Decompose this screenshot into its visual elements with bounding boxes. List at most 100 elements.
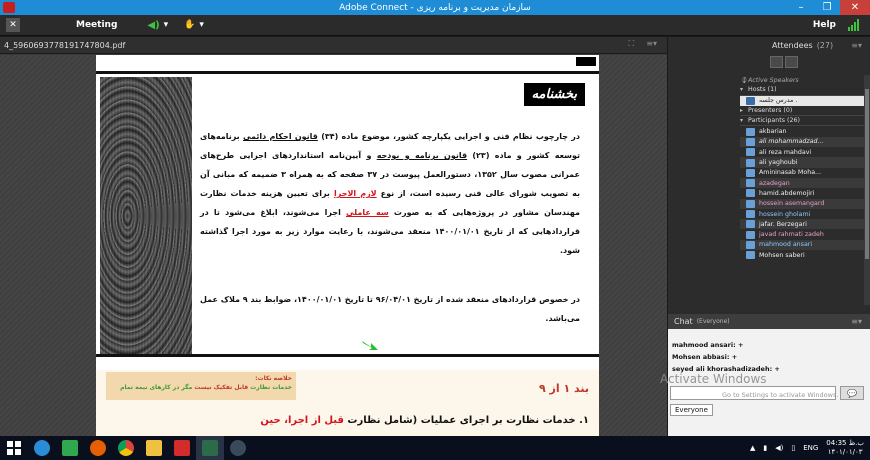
chevron-down-icon: ▾	[740, 86, 744, 94]
user-icon	[746, 189, 755, 198]
clock-date: ۱۴۰۱/۰۱/۰۳	[827, 448, 863, 456]
store-icon[interactable]	[56, 436, 84, 460]
list-view-icon[interactable]	[770, 56, 783, 68]
pod-menu-icon[interactable]: ≡▾	[851, 317, 862, 326]
user-icon	[746, 251, 755, 260]
right-panel: Attendees (27) ≡▾ 🎙 Active Speakers ▾ Host…	[660, 37, 870, 436]
chrome-icon[interactable]	[112, 436, 140, 460]
fullscreen-icon[interactable]: ⛶	[629, 39, 635, 49]
chat-header: Chat (Everyone) ≡▾	[668, 314, 870, 329]
document-viewer[interactable]: بخشنامه در چارچوب نظام فنی و اجرایی یکپا…	[0, 55, 667, 436]
user-icon	[746, 220, 755, 229]
raise-hand-icon: ✋	[184, 20, 196, 30]
chevron-down-icon: ▾	[740, 117, 744, 125]
pod-menu-icon[interactable]: ≡▾	[851, 41, 862, 50]
attendees-count: (27)	[816, 41, 834, 50]
pod-menu-icon[interactable]: ≡▾	[646, 39, 657, 49]
chat-pod: Chat (Everyone) ≡▾ mahmood ansari: + Moh…	[660, 314, 870, 436]
list-item[interactable]: hossein gholami	[740, 209, 868, 219]
status-menu-button[interactable]: ✋ ▾	[184, 20, 204, 30]
list-item[interactable]: javad rahmati zadeh	[740, 229, 868, 239]
internet-explorer-icon[interactable]	[28, 436, 56, 460]
share-pod-header: 4_5960693778191747804.pdf ⛶ ≡▾	[0, 37, 667, 54]
system-tray: ▲ ▮ ◀) ▯ ENG 04:35 ب.ظ ۱۴۰۱/۰۱/۰۳	[750, 436, 870, 460]
user-icon	[746, 158, 755, 167]
acrobat-icon[interactable]	[168, 436, 196, 460]
firefox-icon[interactable]	[84, 436, 112, 460]
active-speakers-row: 🎙 Active Speakers	[740, 76, 799, 84]
list-item[interactable]: akbarian	[740, 126, 868, 136]
attendees-title: Attendees	[772, 41, 813, 50]
adobe-logo-icon: ✕	[6, 18, 20, 32]
tray-chevron-icon[interactable]: ▲	[750, 444, 755, 452]
microphone-icon: 🎙	[740, 76, 748, 84]
attendees-pod: Attendees (27) ≡▾ 🎙 Active Speakers ▾ Host…	[668, 37, 870, 311]
list-item[interactable]: ali mohammadzad...	[740, 136, 868, 148]
document-badge: بخشنامه	[523, 83, 585, 106]
attendees-scrollbar[interactable]	[864, 75, 870, 305]
green-arrow-icon	[362, 341, 378, 350]
close-button[interactable]: ✕	[840, 0, 870, 15]
attendees-header: Attendees (27) ≡▾	[668, 37, 870, 54]
user-icon	[746, 148, 755, 157]
host-user-icon	[746, 96, 755, 105]
list-item[interactable]: azadegan	[740, 177, 868, 189]
list-item[interactable]: hamid.abdemojiri	[740, 188, 868, 198]
attendees-view-toolbar	[770, 56, 800, 70]
windows-taskbar: ▲ ▮ ◀) ▯ ENG 04:35 ب.ظ ۱۴۰۱/۰۱/۰۳	[0, 436, 870, 460]
chat-send-button[interactable]: 💬	[840, 386, 864, 400]
hosts-section[interactable]: ▾ Hosts (1)	[740, 85, 868, 96]
user-icon	[746, 240, 755, 249]
list-item[interactable]: ali yaghoubi	[740, 157, 868, 168]
connection-signal-icon	[848, 19, 859, 31]
wood-texture-image	[100, 77, 192, 355]
summary-note-box: خلاصه نکات: خدمات نظارت قابل تفکیک نیست …	[106, 372, 296, 400]
user-icon	[746, 230, 755, 239]
user-icon	[746, 127, 755, 136]
list-item[interactable]: hossein asemangard	[740, 198, 868, 209]
user-icon	[746, 168, 755, 177]
list-item[interactable]: مدرس جلسه .	[740, 95, 868, 106]
section-heading: بند ۱ از ۹	[538, 382, 589, 395]
chat-recipient-select[interactable]: Everyone	[670, 404, 713, 416]
battery-icon[interactable]: ▯	[791, 444, 795, 452]
section-line: ۱. خدمات نظارت بر اجرای عملیات (شامل نظا…	[260, 415, 589, 426]
participants-section[interactable]: ▾ Participants (26)	[740, 116, 868, 127]
chat-message: mahmood ansari: +	[672, 341, 744, 349]
attendee-list: 🎙 Active Speakers ▾ Hosts (1) مدرس جلسه . …	[740, 75, 868, 260]
speaker-icon: ◀)	[147, 19, 160, 31]
document-paragraph-1: در چارچوب نظام فنی و اجرایی یکپارچه کشور…	[200, 132, 581, 255]
list-item[interactable]: ali reza mahdavi	[740, 147, 868, 157]
minimize-button[interactable]: –	[788, 0, 814, 15]
presenters-section[interactable]: ▸ Presenters (0)	[740, 106, 868, 117]
audio-menu-button[interactable]: ◀) ▾	[147, 20, 168, 31]
window-title: Adobe Connect - سازمان مدیریت و برنامه ر…	[339, 2, 531, 13]
user-icon	[746, 199, 755, 208]
help-menu[interactable]: Help	[813, 20, 836, 30]
start-button[interactable]	[0, 436, 28, 460]
user-icon	[746, 210, 755, 218]
maximize-button[interactable]: ❐	[814, 0, 840, 15]
share-pod: 4_5960693778191747804.pdf ⛶ ≡▾ بخشنامه د…	[0, 37, 667, 436]
document-filename: 4_5960693778191747804.pdf	[4, 40, 126, 50]
user-icon	[746, 179, 755, 188]
list-item[interactable]: jafar. Berzegari	[740, 219, 868, 230]
meeting-menu[interactable]: Meeting	[76, 20, 117, 30]
file-explorer-icon[interactable]	[140, 436, 168, 460]
nox-icon[interactable]	[224, 436, 252, 460]
chevron-right-icon: ▸	[740, 107, 744, 115]
status-view-icon[interactable]	[785, 56, 798, 68]
list-item[interactable]: Mohsen saberi	[740, 250, 868, 260]
network-icon[interactable]: ▮	[763, 444, 767, 452]
menu-bar: ✕ Meeting ◀) ▾ ✋ ▾ Help	[0, 15, 870, 36]
windows-logo-icon	[7, 441, 21, 455]
clock[interactable]: 04:35 ب.ظ ۱۴۰۱/۰۱/۰۳	[826, 439, 864, 457]
adobe-connect-taskbar-icon[interactable]	[196, 436, 224, 460]
activate-windows-subtitle: Go to Settings to activate Windows.	[722, 391, 839, 399]
activate-windows-watermark: Activate Windows	[660, 372, 767, 386]
language-indicator[interactable]: ENG	[803, 444, 818, 452]
chevron-down-icon: ▾	[163, 20, 169, 30]
volume-icon[interactable]: ◀)	[775, 444, 783, 452]
list-item[interactable]: mahmood ansari	[740, 239, 868, 251]
list-item[interactable]: Amininasab Moha...	[740, 168, 868, 178]
